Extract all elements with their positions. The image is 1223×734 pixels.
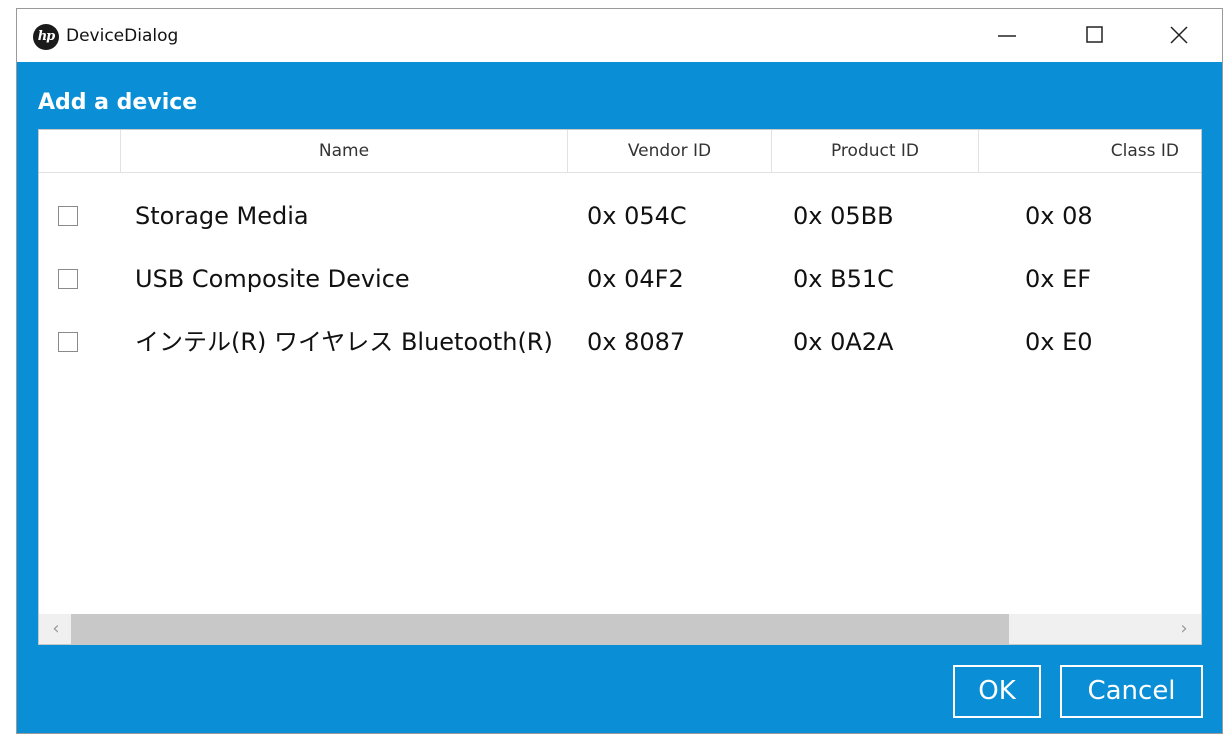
product-id: 0x 05BB	[793, 202, 894, 230]
vendor-id: 0x 054C	[587, 202, 687, 230]
close-button[interactable]	[1157, 9, 1201, 62]
vendor-id: 0x 8087	[587, 328, 686, 356]
minimize-button[interactable]	[985, 9, 1029, 62]
scroll-left-icon[interactable]: ‹	[41, 614, 71, 644]
close-icon	[1170, 26, 1188, 44]
minimize-icon	[998, 35, 1016, 37]
horizontal-scrollbar[interactable]: ‹ ›	[39, 614, 1201, 644]
title-bar[interactable]: hp DeviceDialog	[17, 9, 1222, 62]
class-id: 0x EF	[1025, 265, 1092, 293]
row-checkbox[interactable]	[58, 269, 78, 289]
column-header-class-id[interactable]: Class ID	[979, 130, 1201, 172]
device-name: Storage Media	[135, 202, 309, 230]
vendor-id: 0x 04F2	[587, 265, 684, 293]
row-checkbox[interactable]	[58, 332, 78, 352]
hp-logo-icon: hp	[33, 24, 59, 50]
row-checkbox[interactable]	[58, 206, 78, 226]
maximize-icon	[1086, 26, 1103, 43]
class-id: 0x 08	[1025, 202, 1093, 230]
table-row[interactable]: Storage Media 0x 054C 0x 05BB 0x 08	[39, 184, 1201, 247]
cancel-button[interactable]: Cancel	[1060, 665, 1203, 718]
column-header-product-id[interactable]: Product ID	[772, 130, 979, 172]
header-checkbox-column[interactable]	[39, 130, 121, 172]
class-id: 0x E0	[1025, 328, 1093, 356]
product-id: 0x B51C	[793, 265, 894, 293]
dialog-heading: Add a device	[38, 90, 198, 115]
window-title: DeviceDialog	[66, 26, 179, 46]
scroll-right-icon[interactable]: ›	[1169, 614, 1199, 644]
device-name: USB Composite Device	[135, 265, 410, 293]
scrollbar-thumb[interactable]	[71, 614, 1009, 644]
device-dialog-window: hp DeviceDialog Add a device Name Vendor…	[16, 8, 1223, 734]
ok-button[interactable]: OK	[953, 665, 1041, 718]
product-id: 0x 0A2A	[793, 328, 894, 356]
device-name: インテル(R) ワイヤレス Bluetooth(R)	[135, 328, 553, 356]
table-row[interactable]: インテル(R) ワイヤレス Bluetooth(R) 0x 8087 0x 0A…	[39, 310, 1201, 373]
column-header-name[interactable]: Name	[121, 130, 568, 172]
column-header-vendor-id[interactable]: Vendor ID	[568, 130, 772, 172]
list-header: Name Vendor ID Product ID Class ID	[39, 130, 1201, 173]
device-list[interactable]: Name Vendor ID Product ID Class ID Stora…	[38, 129, 1202, 645]
table-row[interactable]: USB Composite Device 0x 04F2 0x B51C 0x …	[39, 247, 1201, 310]
maximize-button[interactable]	[1073, 9, 1117, 62]
